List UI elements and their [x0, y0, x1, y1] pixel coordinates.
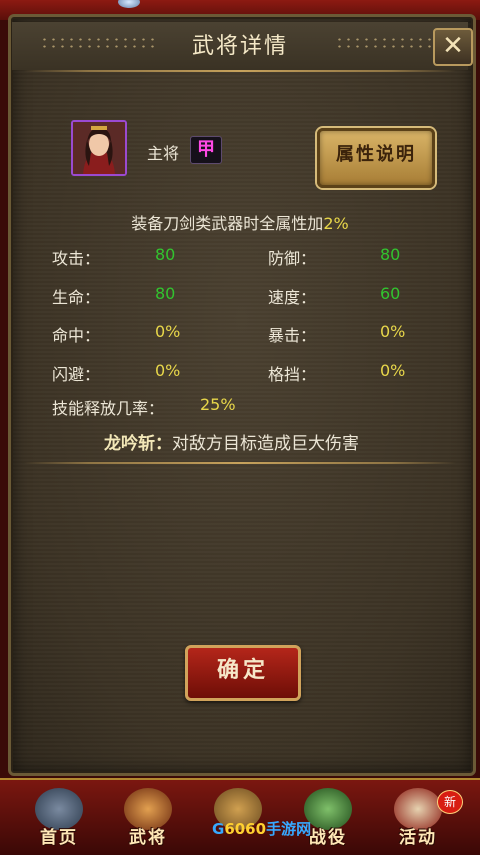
hp-label: 生命： [52, 288, 101, 307]
attribute-info-button[interactable]: 属性说明 [317, 128, 435, 188]
nav-label-general: 武将 [129, 828, 167, 848]
weapon-bonus-value: 2% [323, 214, 349, 233]
speed-value: 60 [380, 284, 401, 303]
close-button[interactable]: ✕ [433, 28, 473, 66]
dialog-title: 武将详情 [191, 34, 288, 59]
dodge-value: 0% [155, 361, 181, 380]
hit-label: 命中： [52, 326, 101, 345]
new-badge: 新 [437, 790, 463, 814]
dodge-label: 闪避： [52, 365, 101, 384]
confirm-button[interactable]: 确定 [185, 645, 301, 701]
nav-label-home: 首页 [40, 828, 78, 848]
skill-line: 龙吟斩：对敌方目标造成巨大伤害 [104, 429, 359, 454]
skill-description: 对敌方目标造成巨大伤害 [172, 434, 359, 454]
nav-item-general[interactable]: 武将 [113, 788, 183, 854]
speed-label: 速度： [268, 288, 317, 307]
watermark-part1: G [212, 820, 225, 838]
block-value: 0% [380, 361, 406, 380]
portrait-icon [73, 122, 125, 174]
title-divider [24, 70, 456, 72]
crit-label: 暴击： [268, 326, 317, 345]
hp-value: 80 [155, 284, 176, 303]
watermark: G6060手游网 [212, 818, 311, 839]
attack-label: 攻击： [52, 249, 101, 268]
weapon-bonus: 装备刀剑类武器时全属性加2% [0, 210, 480, 234]
general-portrait[interactable] [71, 120, 127, 176]
block-label: 格挡： [268, 365, 317, 384]
rank-badge: 甲 [190, 136, 222, 164]
defense-value: 80 [380, 245, 401, 264]
watermark-part2: 6060 [224, 820, 267, 838]
nav-label-event: 活动 [399, 828, 437, 848]
weapon-bonus-text: 装备刀剑类武器时全属性加 [131, 214, 324, 233]
skill-rate-label: 技能释放几率： [52, 399, 165, 418]
bottom-nav: 首页 武将 战役 活动 [0, 778, 480, 855]
section-divider [24, 462, 456, 464]
nav-item-home[interactable]: 首页 [24, 788, 94, 854]
hit-value: 0% [155, 322, 181, 341]
skill-rate-value: 25% [200, 395, 236, 414]
crit-value: 0% [380, 322, 406, 341]
defense-label: 防御： [268, 249, 317, 268]
attack-value: 80 [155, 245, 176, 264]
role-label: 主将 [147, 144, 180, 163]
gem-icon [118, 0, 140, 8]
watermark-part3: 手游网 [266, 820, 312, 838]
skill-name: 龙吟斩： [104, 434, 172, 454]
